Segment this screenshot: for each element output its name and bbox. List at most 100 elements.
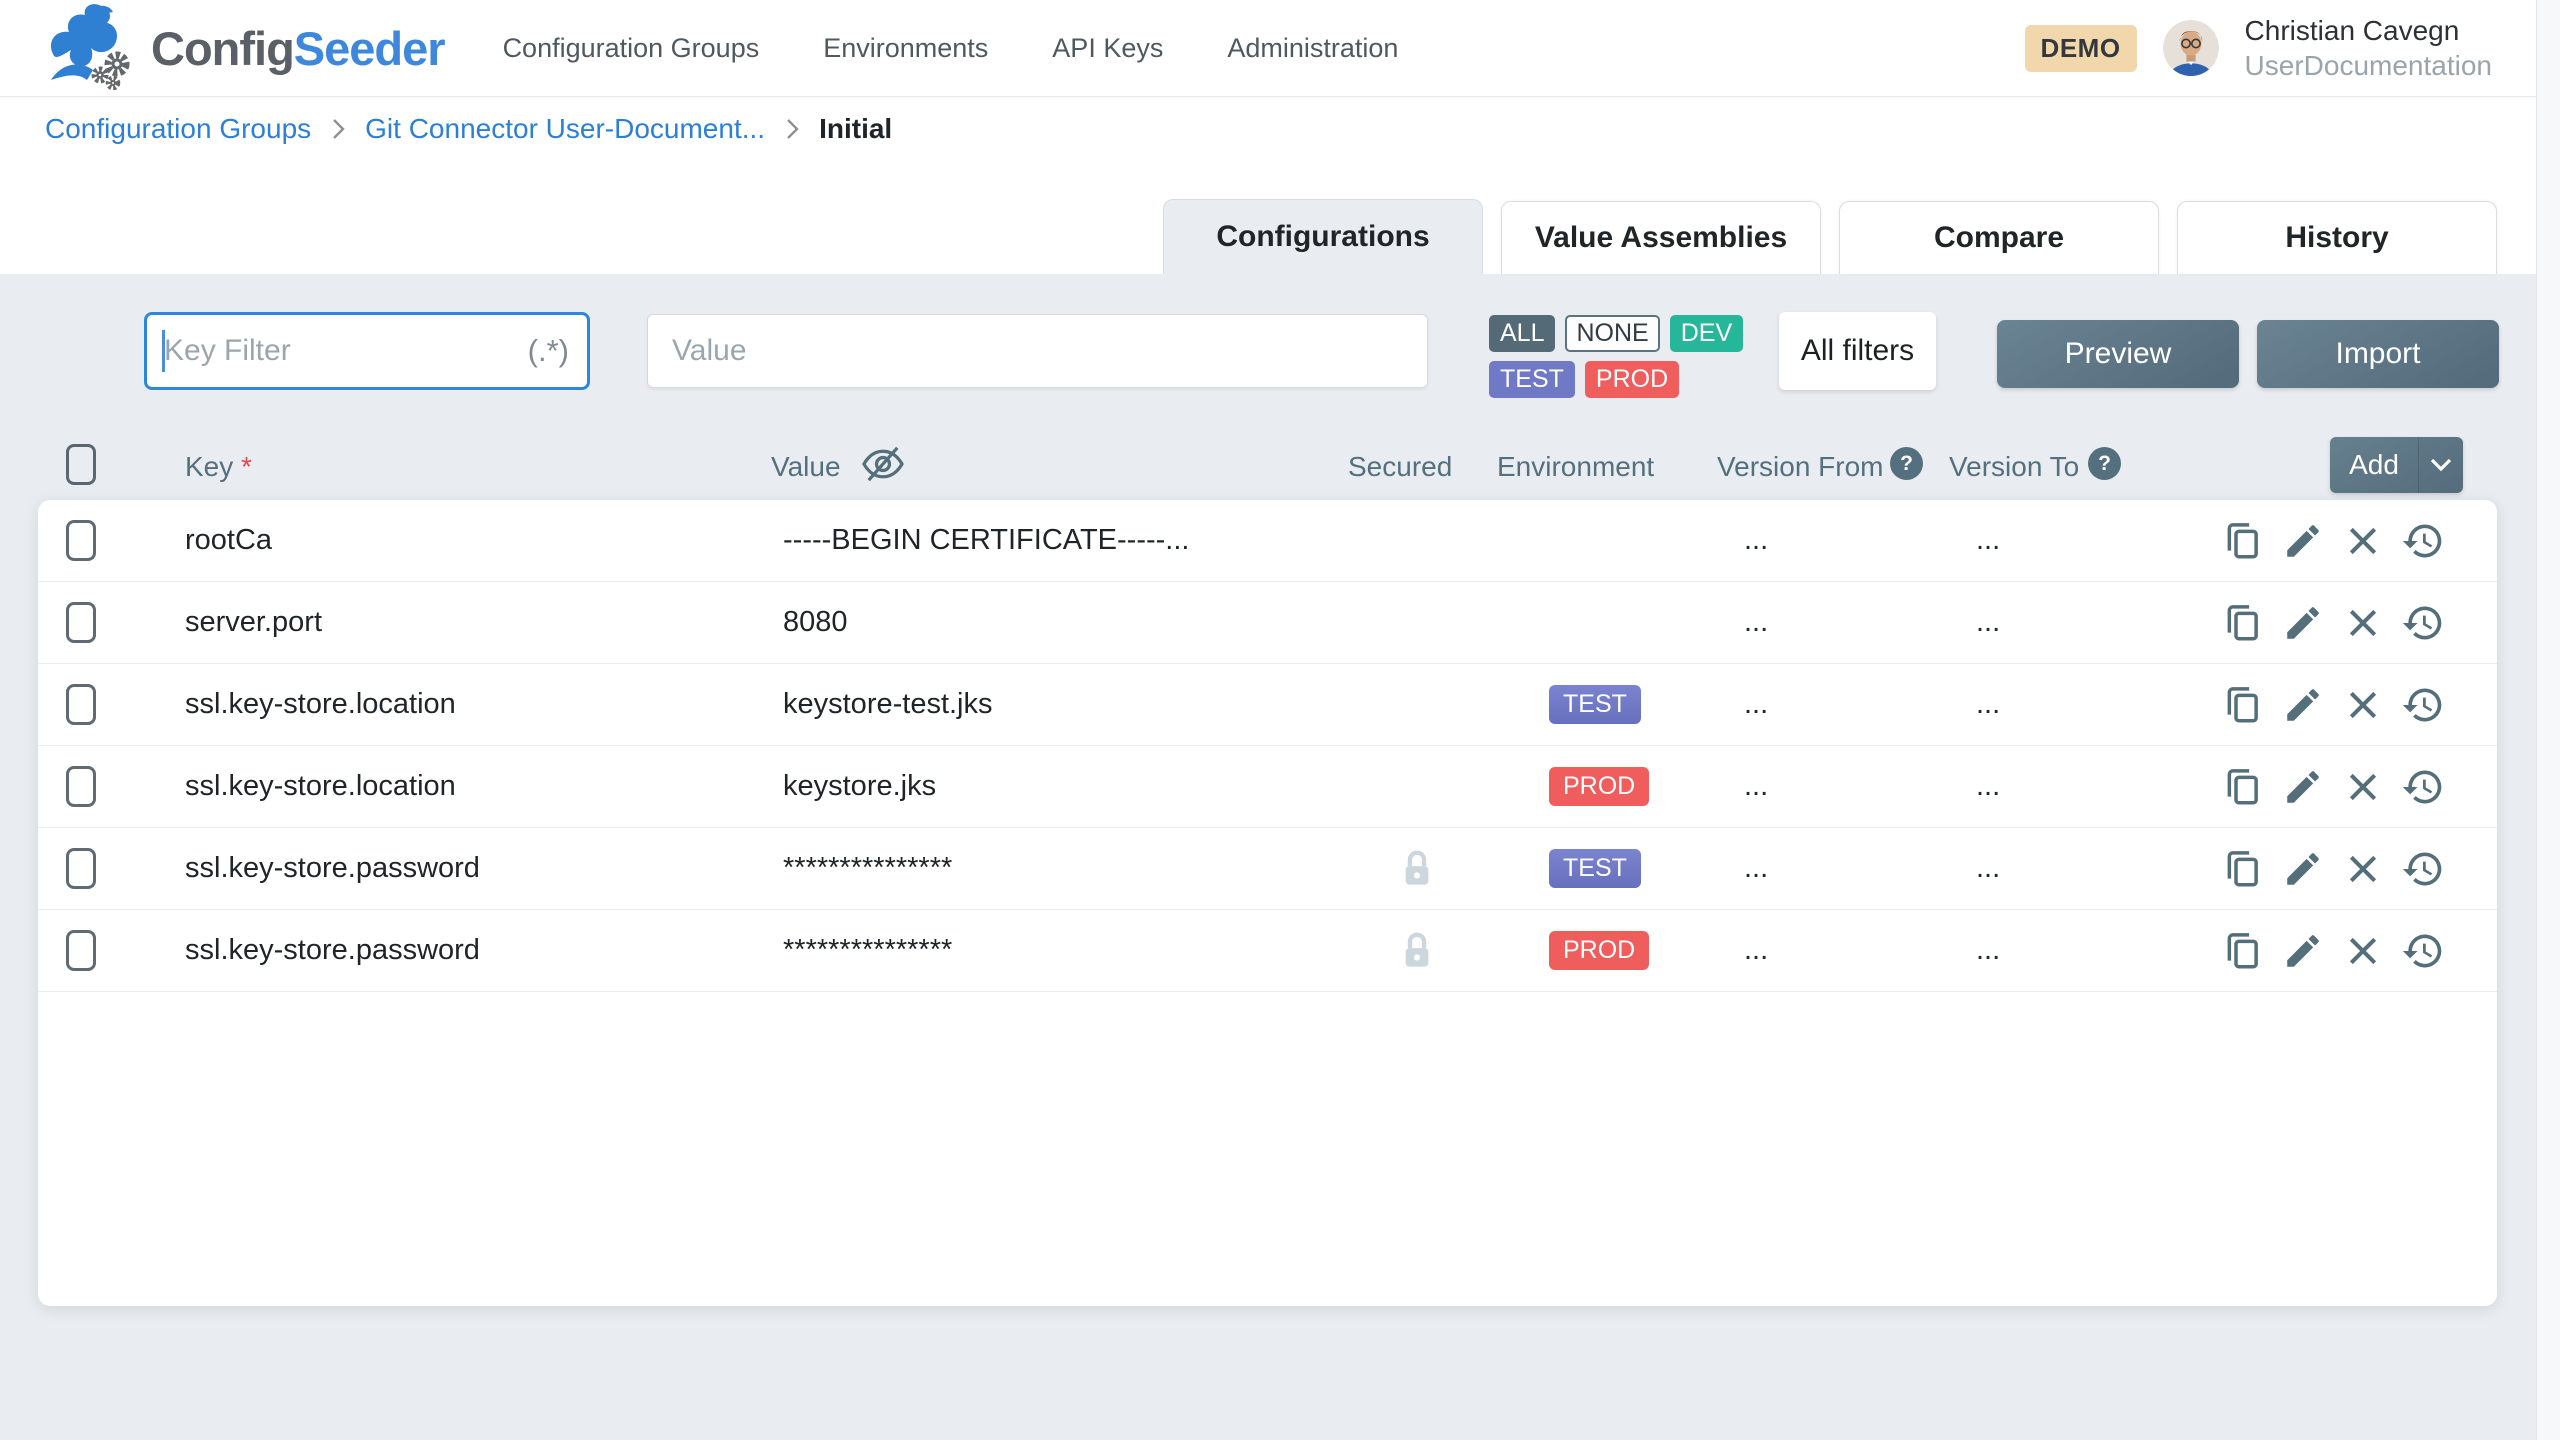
row-actions bbox=[2221, 910, 2445, 991]
row-value: 8080 bbox=[783, 582, 848, 663]
breadcrumb: Configuration Groups Git Connector User-… bbox=[0, 97, 2537, 161]
nav-item-api-keys[interactable]: API Keys bbox=[1052, 33, 1163, 64]
environment-filter-chips: ALL NONE DEV TEST PROD bbox=[1489, 315, 1743, 407]
nav-item-configuration-groups[interactable]: Configuration Groups bbox=[503, 33, 760, 64]
edit-pencil-icon[interactable] bbox=[2281, 601, 2325, 645]
row-version-to: ... bbox=[1976, 664, 2000, 745]
text-caret bbox=[162, 330, 165, 372]
column-header-key: Key * bbox=[185, 451, 252, 483]
add-button[interactable]: Add bbox=[2330, 437, 2463, 493]
breadcrumb-configuration-groups[interactable]: Configuration Groups bbox=[45, 113, 311, 145]
delete-x-icon[interactable] bbox=[2341, 601, 2385, 645]
top-right-area: DEMO Christian Cavegn bbox=[2025, 13, 2492, 83]
row-version-to: ... bbox=[1976, 746, 2000, 827]
copy-icon[interactable] bbox=[2221, 519, 2265, 563]
nav-item-administration[interactable]: Administration bbox=[1227, 33, 1398, 64]
user-avatar[interactable] bbox=[2163, 20, 2219, 76]
row-key: rootCa bbox=[185, 500, 272, 581]
brand-wordmark: ConfigSeeder bbox=[151, 21, 445, 76]
main-nav: Configuration Groups Environments API Ke… bbox=[503, 33, 1399, 64]
row-version-to: ... bbox=[1976, 582, 2000, 663]
edit-pencil-icon[interactable] bbox=[2281, 929, 2325, 973]
edit-pencil-icon[interactable] bbox=[2281, 847, 2325, 891]
row-checkbox[interactable] bbox=[66, 766, 96, 807]
history-icon[interactable] bbox=[2401, 929, 2445, 973]
chip-none[interactable]: NONE bbox=[1565, 315, 1659, 352]
delete-x-icon[interactable] bbox=[2341, 765, 2385, 809]
row-version-to: ... bbox=[1976, 910, 2000, 991]
environment-badge: TEST bbox=[1549, 849, 1641, 888]
chip-dev[interactable]: DEV bbox=[1670, 315, 1743, 352]
table-body: rootCa -----BEGIN CERTIFICATE-----... ..… bbox=[38, 500, 2497, 992]
add-button-label[interactable]: Add bbox=[2330, 437, 2418, 493]
import-button[interactable]: Import bbox=[2257, 320, 2499, 388]
breadcrumb-current-version: Initial bbox=[819, 113, 892, 145]
configurations-table: rootCa -----BEGIN CERTIFICATE-----... ..… bbox=[38, 500, 2497, 1306]
preview-button[interactable]: Preview bbox=[1997, 320, 2239, 388]
copy-icon[interactable] bbox=[2221, 929, 2265, 973]
edit-pencil-icon[interactable] bbox=[2281, 765, 2325, 809]
row-version-from: ... bbox=[1744, 664, 1768, 745]
row-checkbox[interactable] bbox=[66, 930, 96, 971]
row-version-from: ... bbox=[1744, 828, 1768, 909]
environment-badge: PROD bbox=[1549, 931, 1649, 970]
history-icon[interactable] bbox=[2401, 765, 2445, 809]
nav-item-environments[interactable]: Environments bbox=[823, 33, 988, 64]
value-filter-input[interactable] bbox=[648, 333, 1427, 369]
tab-value-assemblies[interactable]: Value Assemblies bbox=[1501, 201, 1821, 274]
chip-all[interactable]: ALL bbox=[1489, 315, 1555, 352]
row-checkbox[interactable] bbox=[66, 602, 96, 643]
version-to-help-icon[interactable]: ? bbox=[2088, 447, 2121, 480]
edit-pencil-icon[interactable] bbox=[2281, 683, 2325, 727]
history-icon[interactable] bbox=[2401, 847, 2445, 891]
add-dropdown-toggle[interactable] bbox=[2418, 437, 2463, 493]
delete-x-icon[interactable] bbox=[2341, 929, 2385, 973]
select-all-checkbox[interactable] bbox=[66, 444, 96, 485]
eye-slash-icon[interactable] bbox=[860, 444, 906, 489]
key-filter-field: (.*) bbox=[144, 312, 590, 390]
tab-configurations[interactable]: Configurations bbox=[1163, 199, 1483, 274]
tab-history[interactable]: History bbox=[2177, 201, 2497, 274]
demo-mode-badge: DEMO bbox=[2025, 25, 2137, 72]
column-header-version-to: Version To bbox=[1949, 451, 2079, 483]
row-actions bbox=[2221, 746, 2445, 827]
key-filter-input[interactable] bbox=[147, 333, 528, 369]
chevron-right-icon bbox=[327, 116, 349, 142]
breadcrumb-configuration-group[interactable]: Git Connector User-Document... bbox=[365, 113, 765, 145]
chip-prod[interactable]: PROD bbox=[1585, 361, 1679, 398]
table-row: server.port 8080 ... ... bbox=[38, 582, 2497, 664]
row-version-from: ... bbox=[1744, 746, 1768, 827]
row-checkbox[interactable] bbox=[66, 520, 96, 561]
copy-icon[interactable] bbox=[2221, 765, 2265, 809]
row-key: server.port bbox=[185, 582, 322, 663]
table-row: rootCa -----BEGIN CERTIFICATE-----... ..… bbox=[38, 500, 2497, 582]
row-checkbox[interactable] bbox=[66, 848, 96, 889]
copy-icon[interactable] bbox=[2221, 847, 2265, 891]
all-filters-button[interactable]: All filters bbox=[1779, 312, 1936, 390]
row-value: keystore.jks bbox=[783, 746, 936, 827]
history-icon[interactable] bbox=[2401, 519, 2445, 563]
chip-test[interactable]: TEST bbox=[1489, 361, 1575, 398]
delete-x-icon[interactable] bbox=[2341, 683, 2385, 727]
app-logo[interactable]: ConfigSeeder bbox=[45, 2, 445, 95]
user-info[interactable]: Christian Cavegn UserDocumentation bbox=[2245, 13, 2492, 83]
environment-badge: TEST bbox=[1549, 685, 1641, 724]
configseeder-app: ConfigSeeder Configuration Groups Enviro… bbox=[0, 0, 2560, 1440]
row-actions bbox=[2221, 664, 2445, 745]
row-key: ssl.key-store.location bbox=[185, 746, 456, 827]
value-filter-field bbox=[647, 314, 1428, 388]
copy-icon[interactable] bbox=[2221, 601, 2265, 645]
page-scrollbar[interactable] bbox=[2536, 0, 2560, 1440]
secured-lock-icon bbox=[1400, 910, 1434, 991]
version-from-help-icon[interactable]: ? bbox=[1890, 447, 1923, 480]
history-icon[interactable] bbox=[2401, 683, 2445, 727]
edit-pencil-icon[interactable] bbox=[2281, 519, 2325, 563]
table-row: ssl.key-store.location keystore.jks PROD… bbox=[38, 746, 2497, 828]
row-checkbox[interactable] bbox=[66, 684, 96, 725]
delete-x-icon[interactable] bbox=[2341, 847, 2385, 891]
copy-icon[interactable] bbox=[2221, 683, 2265, 727]
tab-compare[interactable]: Compare bbox=[1839, 201, 2159, 274]
column-header-value: Value bbox=[771, 451, 841, 483]
history-icon[interactable] bbox=[2401, 601, 2445, 645]
delete-x-icon[interactable] bbox=[2341, 519, 2385, 563]
